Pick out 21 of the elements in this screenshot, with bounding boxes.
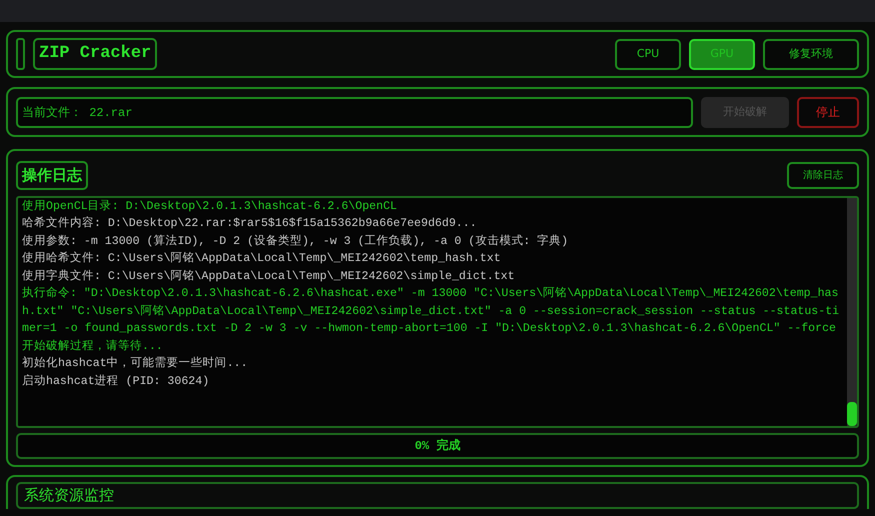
side-indicator — [16, 38, 25, 70]
log-line: 使用哈希文件: C:\Users\阿铭\AppData\Local\Temp\_MEI242602\temp_hash.txt — [22, 250, 502, 267]
log-line: 开始破解过程，请等待... — [22, 338, 164, 354]
log-line: 执行命令: "D:\Desktop\2.0.1.3\hashcat-6.2.6\hashcat.exe" -m 13000 "C:\Users\阿铭\AppData\Local\Temp\_MEI242602\temp_hash.txt" "C:\Users\阿铭\AppData\Local\Temp\_MEI242602\simple_dict.txt" -a 0 --session=crack_session --status --status-timer=1 -o found_passwords.txt -D 2 -w 3 -v --hwmon-temp-abort=100 -I "D:\Desktop\2.0.1.3\hashcat-6.2.6\OpenCL" --force — [22, 286, 840, 337]
progress-label: 0% 完成 — [414, 438, 460, 454]
log-title: 操作日志 — [16, 161, 88, 190]
log-line: 使用字典文件: C:\Users\阿铭\AppData\Local\Temp\_MEI242602\simple_dict.txt — [22, 268, 516, 284]
stop-button[interactable]: 停止 — [797, 96, 859, 128]
scrollbar-thumb[interactable] — [847, 402, 857, 426]
app-title: ZIP Cracker — [33, 38, 158, 70]
scrollbar[interactable] — [847, 198, 857, 426]
file-field[interactable]: 当前文件： 22.rar — [16, 96, 693, 128]
log-line: 使用OpenCL目录: D:\Desktop\2.0.1.3\hashcat-6.2.6\OpenCL — [22, 198, 398, 214]
monitor-title-bar: 系统资源监控 — [16, 482, 859, 508]
log-line: 使用参数: -m 13000 (算法ID), -D 2 (设备类型), -w 3 (工作负载), -a 0 (攻击模式: 字典) — [22, 233, 570, 250]
log-line: 启动hashcat进程 (PID: 30624) — [22, 374, 210, 390]
clear-log-button[interactable]: 清除日志 — [787, 162, 859, 189]
log-line: 初始化hashcat中，可能需要一些时间... — [22, 355, 249, 372]
repair-button[interactable]: 修复环境 — [763, 38, 859, 70]
mode-button[interactable]: CPU — [615, 38, 681, 70]
log-line: 哈希文件内容: D:\Desktop\22.rar:$rar5$16$f15a15362b9a66e7ee9d6d9... — [22, 215, 478, 232]
